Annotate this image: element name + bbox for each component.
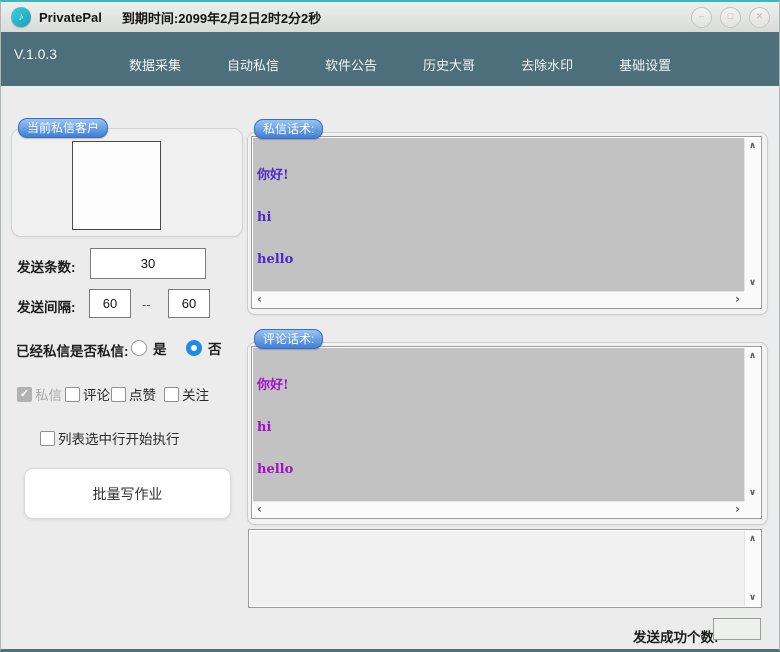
nav-tabs: 数据采集 自动私信 软件公告 历史大哥 去除水印 基础设置	[129, 55, 671, 74]
comment-script-line: hi	[257, 421, 740, 435]
send-count-label: 发送条数:	[17, 256, 76, 276]
comment-script-line: hello	[257, 463, 740, 477]
scroll-right-icon[interactable]: ›	[731, 294, 744, 305]
checkbox-comment[interactable]: 评论	[65, 384, 110, 404]
scroll-right-icon[interactable]: ›	[731, 504, 744, 515]
checkbox-like-box	[111, 387, 126, 402]
comment-script-content[interactable]: 你好! hi hello	[253, 348, 744, 501]
comment-script-text: 你好! hi hello	[253, 348, 744, 501]
checkbox-start-from-selected-row-label: 列表选中行开始执行	[58, 428, 180, 448]
interval-max-input[interactable]	[168, 289, 210, 318]
title-bar: ♪ PrivatePal 到期时间:2099年2月2日2时2分2秒 – □ ✕	[1, 2, 779, 32]
log-box-content[interactable]	[250, 531, 744, 606]
checkbox-comment-box	[65, 387, 80, 402]
app-logo-icon: ♪	[11, 7, 31, 27]
checkbox-dm-label: 私信	[35, 384, 62, 404]
radio-yes-circle	[131, 340, 147, 356]
checkbox-comment-label: 评论	[83, 384, 110, 404]
tab-software-notice[interactable]: 软件公告	[325, 55, 377, 74]
dm-script-line: hello	[257, 253, 740, 267]
app-logo-glyph: ♪	[18, 11, 24, 23]
client-avatar-placeholder	[72, 141, 161, 230]
dm-script-line: hi	[257, 211, 740, 225]
scroll-left-icon[interactable]: ‹	[253, 294, 266, 305]
send-interval-label: 发送间隔:	[17, 296, 76, 316]
minimize-icon: –	[699, 11, 704, 21]
checkbox-dm[interactable]: ✓ 私信	[17, 384, 62, 404]
tab-basic-settings[interactable]: 基础设置	[619, 55, 671, 74]
success-count-value	[713, 618, 761, 640]
checkbox-follow-box	[164, 387, 179, 402]
checkbox-follow[interactable]: 关注	[164, 384, 209, 404]
scroll-down-icon[interactable]: ∨	[746, 590, 759, 606]
batch-write-button[interactable]: 批量写作业	[24, 468, 231, 519]
success-count-label: 发送成功个数:	[633, 626, 719, 646]
scroll-left-icon[interactable]: ‹	[253, 504, 266, 515]
scroll-up-icon[interactable]: ∧	[746, 348, 759, 364]
window-controls: – □ ✕	[691, 7, 770, 28]
tab-auto-dm[interactable]: 自动私信	[227, 55, 279, 74]
dm-script-vscrollbar[interactable]: ∧ ∨	[744, 138, 760, 291]
radio-no-label: 否	[208, 338, 222, 358]
checkbox-start-from-selected-row[interactable]: 列表选中行开始执行	[40, 428, 180, 448]
checkbox-follow-label: 关注	[182, 384, 209, 404]
tab-data-collection[interactable]: 数据采集	[129, 55, 181, 74]
app-window: ♪ PrivatePal 到期时间:2099年2月2日2时2分2秒 – □ ✕ …	[0, 0, 780, 652]
comment-script-vscrollbar[interactable]: ∧ ∨	[744, 348, 760, 501]
dm-script-line: 你好!	[257, 169, 740, 183]
send-count-input[interactable]	[90, 248, 206, 279]
radio-no-circle	[186, 340, 202, 356]
radio-yes-label: 是	[153, 338, 167, 358]
current-client-badge: 当前私信客户	[18, 118, 108, 138]
radio-option-yes[interactable]: 是	[131, 338, 167, 358]
scroll-down-icon[interactable]: ∨	[746, 275, 759, 291]
dm-script-hscrollbar[interactable]: ‹ ›	[253, 291, 744, 307]
scroll-down-icon[interactable]: ∨	[746, 485, 759, 501]
app-title: PrivatePal	[39, 10, 102, 25]
comment-script-hscrollbar[interactable]: ‹ ›	[253, 501, 744, 517]
tab-remove-watermark[interactable]: 去除水印	[521, 55, 573, 74]
checkbox-dm-box: ✓	[17, 387, 32, 402]
interval-min-input[interactable]	[89, 289, 131, 318]
scrollbar-corner	[744, 291, 760, 307]
close-icon: ✕	[756, 11, 764, 21]
resend-question-label: 已经私信是否私信:	[16, 340, 129, 360]
tab-history[interactable]: 历史大哥	[423, 55, 475, 74]
dm-script-content[interactable]: 你好! hi hello	[253, 138, 744, 291]
checkbox-start-from-selected-row-box	[40, 431, 55, 446]
comment-script-line: 你好!	[257, 379, 740, 393]
log-box-vscrollbar[interactable]: ∧ ∨	[744, 531, 760, 606]
comment-script-badge: 评论话术:	[254, 329, 323, 349]
minimize-button[interactable]: –	[691, 7, 712, 28]
expiry-time-text: 到期时间:2099年2月2日2时2分2秒	[122, 8, 321, 27]
checkbox-like-label: 点赞	[129, 384, 156, 404]
scroll-up-icon[interactable]: ∧	[746, 531, 759, 547]
version-label: V.1.0.3	[14, 46, 57, 62]
checkbox-like[interactable]: 点赞	[111, 384, 156, 404]
maximize-button[interactable]: □	[720, 7, 741, 28]
maximize-icon: □	[728, 11, 733, 21]
scroll-up-icon[interactable]: ∧	[746, 138, 759, 154]
interval-separator: --	[142, 297, 151, 312]
nav-bar: V.1.0.3 数据采集 自动私信 软件公告 历史大哥 去除水印 基础设置	[1, 32, 779, 86]
radio-option-no[interactable]: 否	[186, 338, 222, 358]
dm-script-badge: 私信话术:	[254, 119, 323, 139]
log-box: ∧ ∨	[248, 529, 762, 608]
dm-script-text: 你好! hi hello	[253, 138, 744, 291]
comment-script-textarea: 你好! hi hello ∧ ∨ ‹ ›	[251, 346, 762, 519]
close-button[interactable]: ✕	[749, 7, 770, 28]
dm-script-textarea: 你好! hi hello ∧ ∨ ‹ ›	[251, 136, 762, 309]
scrollbar-corner	[744, 501, 760, 517]
